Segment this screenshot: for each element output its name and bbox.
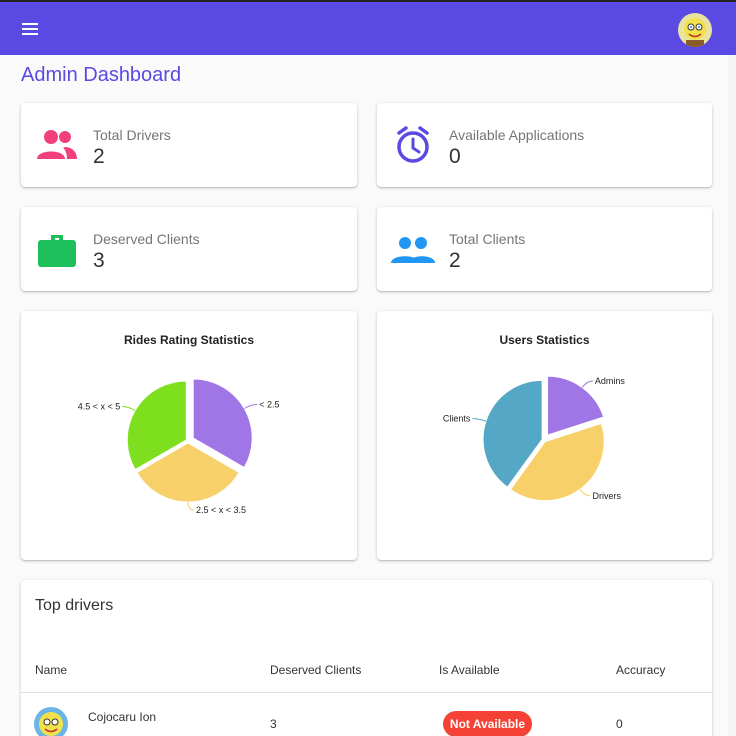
column-header-is-available[interactable]: Is Available xyxy=(439,663,500,677)
stat-value: 2 xyxy=(93,145,105,168)
table-divider xyxy=(21,692,712,693)
stat-label: Total Clients xyxy=(449,231,526,247)
pie-label: 2.5 < x < 3.5 xyxy=(196,505,246,515)
top-drivers-title: Top drivers xyxy=(35,597,114,614)
pie-leader-line xyxy=(122,406,136,411)
menu-icon[interactable] xyxy=(20,20,42,38)
stat-value: 0 xyxy=(449,145,461,168)
users-statistics-pie-chart: Admins Drivers Clients xyxy=(443,375,626,502)
page-title: Admin Dashboard xyxy=(21,64,182,86)
pie-label: Drivers xyxy=(593,491,622,501)
people-icon xyxy=(37,130,77,159)
rides-rating-chart-card: Rides Rating Statistics < 2.5 2.5 < x < 3… xyxy=(21,311,357,560)
briefcase-icon xyxy=(38,235,76,267)
stat-card-deserved-clients: Deserved Clients 3 xyxy=(21,207,357,291)
stat-card-available-applications: Available Applications 0 xyxy=(377,103,712,187)
stat-label: Deserved Clients xyxy=(93,231,200,247)
pie-leader-line xyxy=(579,489,591,497)
stat-card-total-drivers: Total Drivers 2 xyxy=(21,103,357,187)
column-header-deserved-clients[interactable]: Deserved Clients xyxy=(270,663,361,677)
app-bar xyxy=(0,0,736,55)
stat-label: Total Drivers xyxy=(93,127,171,143)
users-statistics-chart-card: Users Statistics Admins Drivers Clients xyxy=(377,311,712,560)
pie-leader-line xyxy=(187,501,195,511)
driver-avatar xyxy=(34,707,68,736)
driver-deserved-clients: 3 xyxy=(270,717,277,731)
availability-badge: Not Available xyxy=(443,711,532,736)
pie-leader-line xyxy=(472,418,487,422)
stat-card-total-clients: Total Clients 2 xyxy=(377,207,712,291)
stat-value: 3 xyxy=(93,249,105,272)
stat-value: 2 xyxy=(449,249,461,272)
stat-label: Available Applications xyxy=(449,127,585,143)
column-header-name[interactable]: Name xyxy=(35,663,67,677)
top-drivers-card: Top drivers Name Deserved Clients Is Ava… xyxy=(21,580,712,736)
pie-label: Admins xyxy=(595,376,626,386)
pie-label: Clients xyxy=(443,414,471,424)
pie-label: 4.5 < x < 5 xyxy=(78,402,121,412)
pie-leader-line xyxy=(244,404,258,409)
pie-leader-line xyxy=(581,380,593,388)
pie-label: < 2.5 xyxy=(259,400,279,410)
chart-title: Rides Rating Statistics xyxy=(123,333,255,347)
driver-name: Cojocaru Ion xyxy=(88,710,157,724)
chart-title: Users Statistics xyxy=(499,333,590,347)
group-icon xyxy=(391,237,435,263)
scrollbar[interactable] xyxy=(728,55,736,736)
rides-rating-pie-chart: < 2.5 2.5 < x < 3.5 4.5 < x < 5 xyxy=(78,378,280,515)
alarm-clock-icon xyxy=(397,126,429,163)
driver-accuracy: 0 xyxy=(616,717,623,731)
column-header-accuracy[interactable]: Accuracy xyxy=(616,663,665,677)
user-avatar[interactable] xyxy=(678,13,712,47)
